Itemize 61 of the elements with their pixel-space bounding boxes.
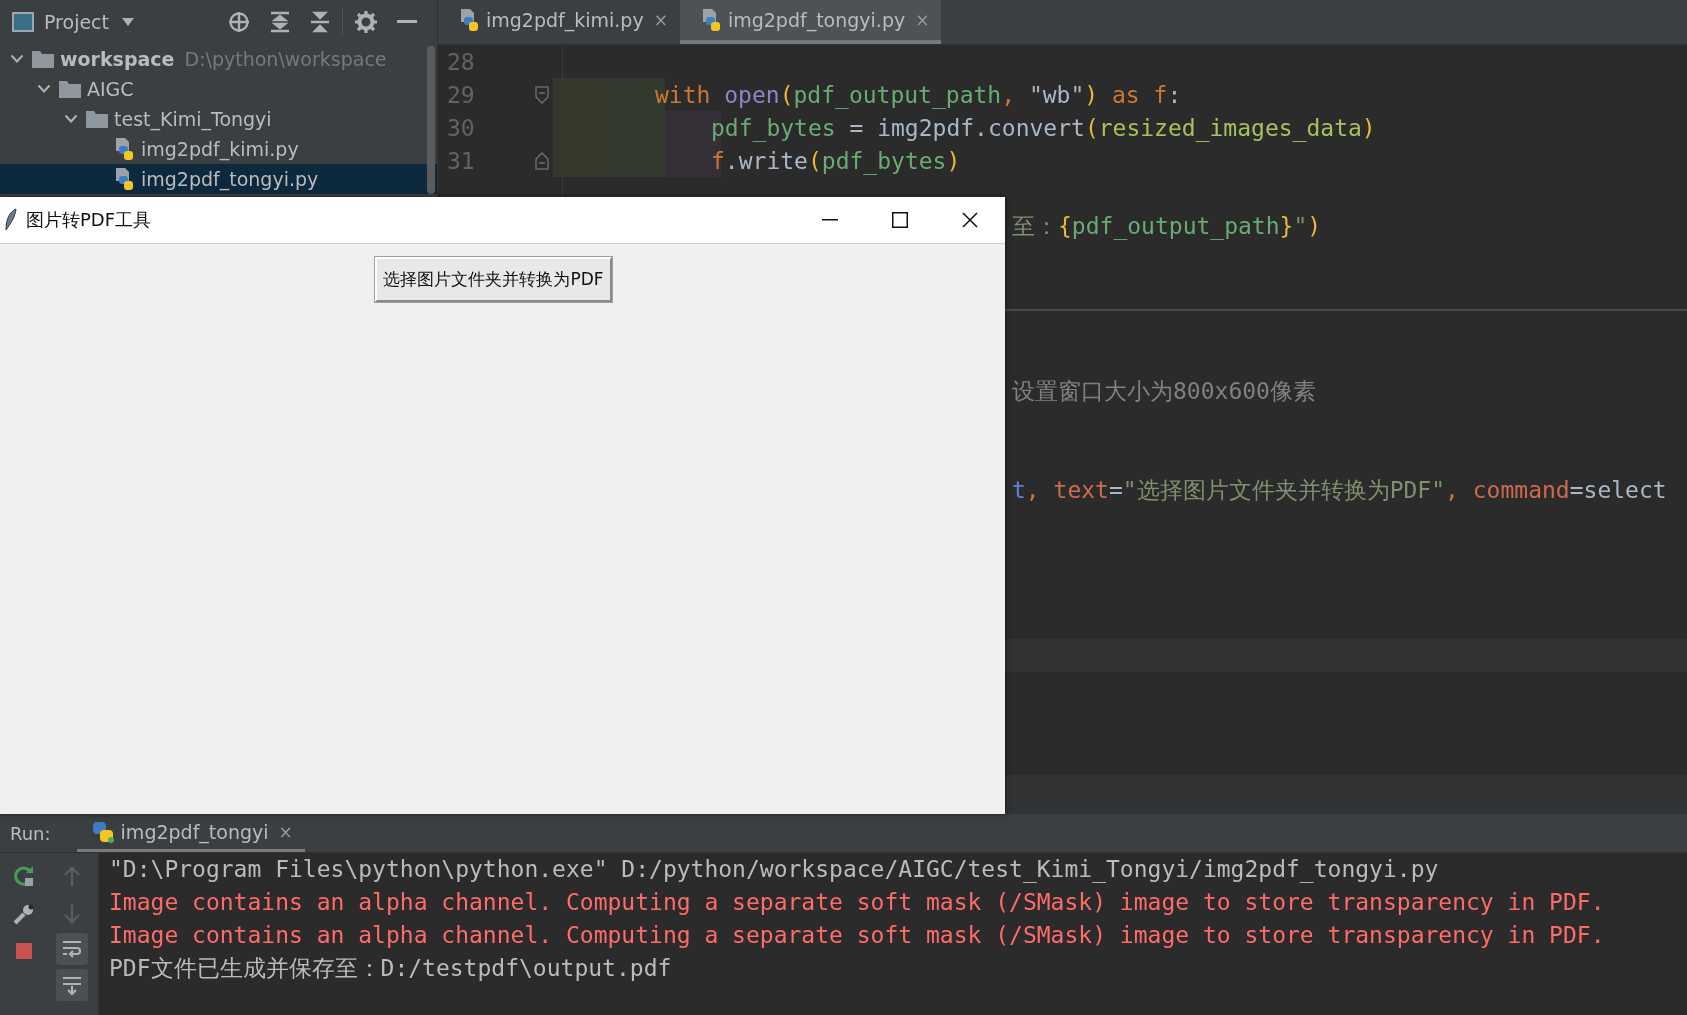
python-icon bbox=[90, 819, 115, 844]
soft-wrap-icon bbox=[61, 938, 83, 960]
tree-item[interactable]: img2pdf_tongyi.py bbox=[0, 164, 437, 194]
folder-icon bbox=[59, 80, 81, 98]
wrench-icon[interactable] bbox=[13, 903, 35, 925]
stop-icon[interactable] bbox=[14, 941, 34, 961]
code-line: t, text="选择图片文件夹并转换为PDF", command=select bbox=[1012, 476, 1667, 505]
console-line: PDF文件已生成并保存至：D:/testpdf\output.pdf bbox=[109, 954, 673, 983]
python-file-icon bbox=[458, 8, 480, 32]
code-line: 设置窗口大小为800x600像素 bbox=[1012, 377, 1316, 406]
minimize-icon bbox=[822, 219, 838, 221]
collapse-all-icon[interactable] bbox=[310, 11, 330, 33]
close-tab-icon[interactable]: × bbox=[278, 821, 293, 842]
scroll-to-end-button[interactable] bbox=[56, 969, 88, 1001]
line-number: 30 bbox=[446, 114, 476, 141]
fold-icon[interactable] bbox=[535, 151, 549, 170]
folder-path: D:\python\workspace bbox=[184, 48, 387, 70]
project-window-icon bbox=[12, 12, 34, 32]
caret-icon[interactable] bbox=[121, 17, 135, 27]
expand-all-icon[interactable] bbox=[270, 11, 290, 33]
line-number: 28 bbox=[446, 48, 476, 75]
tree-item[interactable]: img2pdf_kimi.py bbox=[0, 134, 437, 164]
tree-item[interactable]: AIGC bbox=[0, 74, 437, 104]
window-title: 图片转PDF工具 bbox=[26, 208, 152, 232]
line-number: 31 bbox=[446, 147, 476, 174]
run-label: Run: bbox=[9, 822, 52, 844]
settings-icon[interactable] bbox=[355, 11, 377, 33]
editor-tab[interactable]: img2pdf_kimi.py × bbox=[438, 0, 680, 44]
tree-item[interactable]: test_Kimi_Tongyi bbox=[0, 104, 437, 134]
run-tab[interactable]: img2pdf_tongyi × bbox=[76, 814, 305, 852]
close-tab-icon[interactable]: × bbox=[915, 10, 930, 30]
editor-tab[interactable]: img2pdf_tongyi.py × bbox=[679, 0, 942, 44]
console-line: "D:\Program Files\python\python.exe" D:/python/workspace/AIGC/test_Kimi_Tongyi/img2pdf_tongyi.py bbox=[109, 855, 1440, 885]
folder-icon bbox=[32, 50, 54, 68]
rerun-icon[interactable] bbox=[13, 865, 35, 887]
folder-icon bbox=[86, 110, 108, 128]
tree-item[interactable]: workspace D:\python\workspace bbox=[0, 44, 437, 74]
console-line: Image contains an alpha channel. Computing a separate soft mask (/SMask) image to store transparency in PDF. bbox=[109, 888, 1605, 917]
project-title[interactable]: Project bbox=[44, 11, 109, 33]
python-file-icon bbox=[113, 167, 135, 191]
chevron-icon[interactable] bbox=[64, 114, 78, 124]
close-tab-icon[interactable]: × bbox=[653, 10, 668, 30]
minimize-icon[interactable] bbox=[397, 20, 417, 24]
feather-icon bbox=[4, 208, 18, 232]
scroll-to-end-icon bbox=[61, 974, 83, 996]
code-line: 至：{pdf_output_path}") bbox=[1012, 212, 1322, 242]
soft-wrap-button[interactable] bbox=[56, 933, 88, 965]
chevron-icon[interactable] bbox=[37, 84, 51, 94]
code-line: with open(pdf_output_path, "wb") as f: bbox=[655, 81, 1182, 108]
scroll-bar[interactable] bbox=[427, 46, 435, 194]
close-icon bbox=[962, 212, 978, 228]
maximize-icon bbox=[892, 212, 908, 228]
crosshair-icon[interactable] bbox=[228, 11, 250, 33]
console-line: Image contains an alpha channel. Computing a separate soft mask (/SMask) image to store transparency in PDF. bbox=[109, 921, 1605, 950]
chevron-icon[interactable] bbox=[10, 54, 24, 64]
fold-icon[interactable] bbox=[535, 85, 549, 104]
python-file-icon bbox=[113, 137, 135, 161]
code-line: f.write(pdf_bytes) bbox=[710, 147, 961, 174]
convert-button[interactable]: 选择图片文件夹并转换为PDF bbox=[375, 257, 612, 302]
line-number: 29 bbox=[446, 81, 476, 108]
code-line: pdf_bytes = img2pdf.convert(resized_images_data) bbox=[710, 114, 1376, 141]
